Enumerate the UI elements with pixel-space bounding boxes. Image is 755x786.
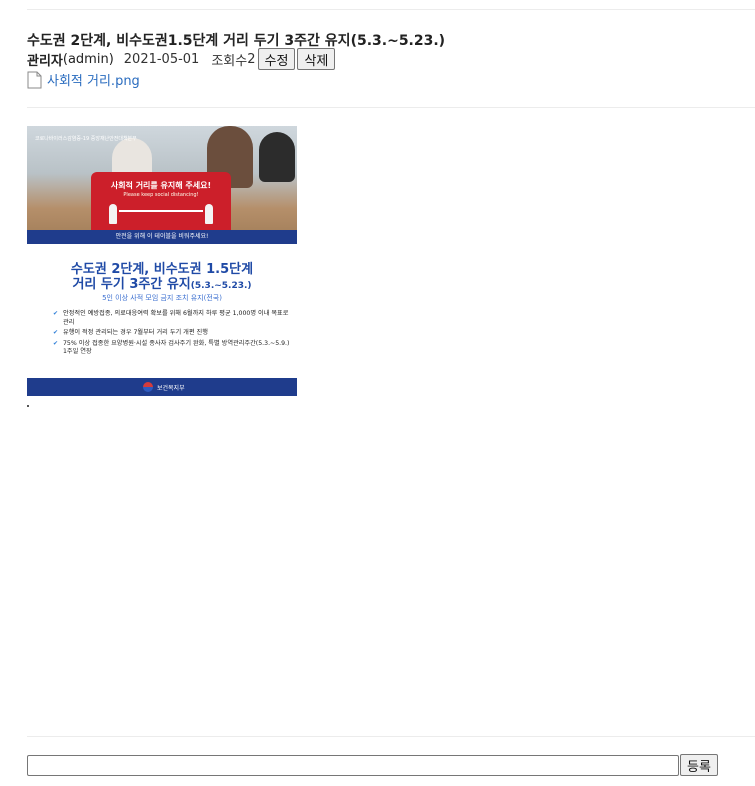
top-divider — [27, 9, 755, 10]
photo-caption: 안전을 위해 이 테이블을 비워주세요! — [27, 230, 297, 244]
poster-bullet: 75% 이상 접종한 요양병원·시설 종사자 검사주기 완화, 특별 방역관리주… — [53, 340, 293, 357]
poster-photo: 코로나바이러스감염증-19 중앙재난안전대책본부 사회적 거리를 유지해 주세요… — [27, 126, 297, 244]
author-name: 관리자 — [27, 53, 63, 69]
author-id: (admin) — [62, 51, 114, 67]
poster-bullet: 유행이 적정 관리되는 경우 7월부터 거리 두기 개편 진행 — [53, 329, 293, 338]
comment-divider — [27, 736, 755, 737]
person-icon — [205, 204, 213, 224]
attachment: 사회적 거리.png — [27, 70, 140, 89]
distancing-sign: 사회적 거리를 유지해 주세요! Please keep social dist… — [91, 172, 231, 238]
poster-org: 보건복지부 — [157, 385, 185, 392]
content-dot — [27, 405, 29, 407]
distance-arrow — [119, 210, 203, 212]
post-meta: 관리자 (admin) 2021-05-01 조회수 2 수정 삭제 — [27, 48, 336, 70]
comment-input[interactable] — [27, 755, 679, 776]
delete-button[interactable]: 삭제 — [297, 48, 336, 70]
content-divider — [27, 107, 755, 108]
poster-heading-dates: (5.3.~5.23.) — [190, 281, 252, 291]
edit-button[interactable]: 수정 — [257, 48, 296, 70]
post-date: 2021-05-01 — [123, 51, 200, 67]
person-figure — [259, 132, 295, 182]
poster-bullet: 안정적인 예방접종, 의료대응여력 확보를 위해 6월까지 하루 평균 1,00… — [53, 310, 293, 327]
attachment-link[interactable]: 사회적 거리.png — [47, 70, 140, 89]
post-title: 수도권 2단계, 비수도권1.5단계 거리 두기 3주간 유지(5.3.~5.2… — [27, 33, 446, 49]
poster-subheading: 5인 이상 사적 모임 금지 조치 유지(전국) — [102, 294, 222, 302]
poster-footer: 보건복지부 — [27, 378, 297, 396]
sign-title: 사회적 거리를 유지해 주세요! — [110, 181, 212, 190]
comment-submit-button[interactable]: 등록 — [680, 754, 718, 776]
government-logo-icon — [143, 382, 153, 392]
poster-heading-line2: 거리 두기 3주간 유지 — [72, 277, 191, 292]
post-image: 코로나바이러스감염증-19 중앙재난안전대책본부 사회적 거리를 유지해 주세요… — [27, 126, 297, 396]
poster-corner-text: 코로나바이러스감염증-19 중앙재난안전대책본부 — [35, 136, 137, 142]
poster-heading: 수도권 2단계, 비수도권 1.5단계 거리 두기 3주간 유지(5.3.~5.… — [27, 262, 297, 294]
poster-heading-line1: 수도권 2단계, 비수도권 1.5단계 — [70, 262, 254, 277]
sign-subtitle: Please keep social distancing! — [123, 192, 199, 198]
views-count: 2 — [247, 51, 256, 67]
file-icon — [27, 71, 42, 89]
views-label: 조회수 — [211, 53, 248, 69]
person-icon — [109, 204, 117, 224]
poster-bullets: 안정적인 예방접종, 의료대응여력 확보를 위해 6월까지 하루 평균 1,00… — [53, 310, 293, 359]
